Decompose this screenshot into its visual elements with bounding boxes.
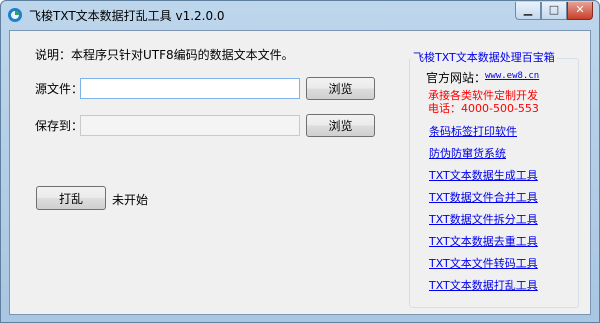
save-browse-button[interactable]: 浏览 bbox=[306, 114, 375, 137]
save-path-input[interactable] bbox=[80, 115, 300, 136]
app-window: 飞梭TXT文本数据打乱工具 v1.2.0.0 ▁ □ ✕ 说明：本程序只针对UT… bbox=[0, 0, 600, 323]
minimize-icon: ▁ bbox=[523, 3, 533, 16]
tool-link-transcode[interactable]: TXT文本文件转码工具 bbox=[429, 255, 538, 271]
tool-link-dedupe[interactable]: TXT文本数据去重工具 bbox=[429, 233, 538, 249]
site-label: 官方网站： bbox=[426, 71, 487, 85]
source-label: 源文件： bbox=[35, 82, 84, 96]
close-button[interactable]: ✕ bbox=[567, 2, 593, 20]
minimize-button[interactable]: ▁ bbox=[515, 2, 541, 20]
main-panel: 说明：本程序只针对UTF8编码的数据文本文件。 源文件： 浏览 保存到： 浏览 … bbox=[9, 30, 591, 315]
maximize-button[interactable]: □ bbox=[541, 2, 567, 20]
description-text: 说明：本程序只针对UTF8编码的数据文本文件。 bbox=[35, 48, 294, 62]
title-bar[interactable]: 飞梭TXT文本数据打乱工具 v1.2.0.0 ▁ □ ✕ bbox=[1, 1, 599, 29]
source-browse-button[interactable]: 浏览 bbox=[306, 77, 375, 100]
toolbox-title: 飞梭TXT文本数据处理百宝箱 bbox=[411, 49, 557, 65]
maximize-icon: □ bbox=[548, 3, 560, 16]
tool-link-shuffle[interactable]: TXT文本数据打乱工具 bbox=[429, 277, 538, 293]
window-title: 飞梭TXT文本数据打乱工具 v1.2.0.0 bbox=[29, 9, 225, 23]
source-file-input[interactable] bbox=[80, 78, 300, 99]
tool-link-barcode[interactable]: 条码标签打印软件 bbox=[429, 123, 517, 139]
promo-line-2: 电话：4000-500-553 bbox=[428, 102, 539, 115]
tool-link-generate[interactable]: TXT文本数据生成工具 bbox=[429, 167, 538, 183]
status-text: 未开始 bbox=[112, 193, 149, 207]
tool-link-anticounterfeit[interactable]: 防伪防窜货系统 bbox=[429, 145, 506, 161]
app-icon bbox=[8, 8, 22, 22]
site-link[interactable]: www.ew8.cn bbox=[485, 71, 539, 81]
close-icon: ✕ bbox=[575, 3, 585, 16]
tool-link-split[interactable]: TXT数据文件拆分工具 bbox=[429, 211, 538, 227]
shuffle-button[interactable]: 打乱 bbox=[36, 186, 106, 210]
save-label: 保存到： bbox=[35, 119, 84, 133]
tool-link-merge[interactable]: TXT数据文件合并工具 bbox=[429, 189, 538, 205]
